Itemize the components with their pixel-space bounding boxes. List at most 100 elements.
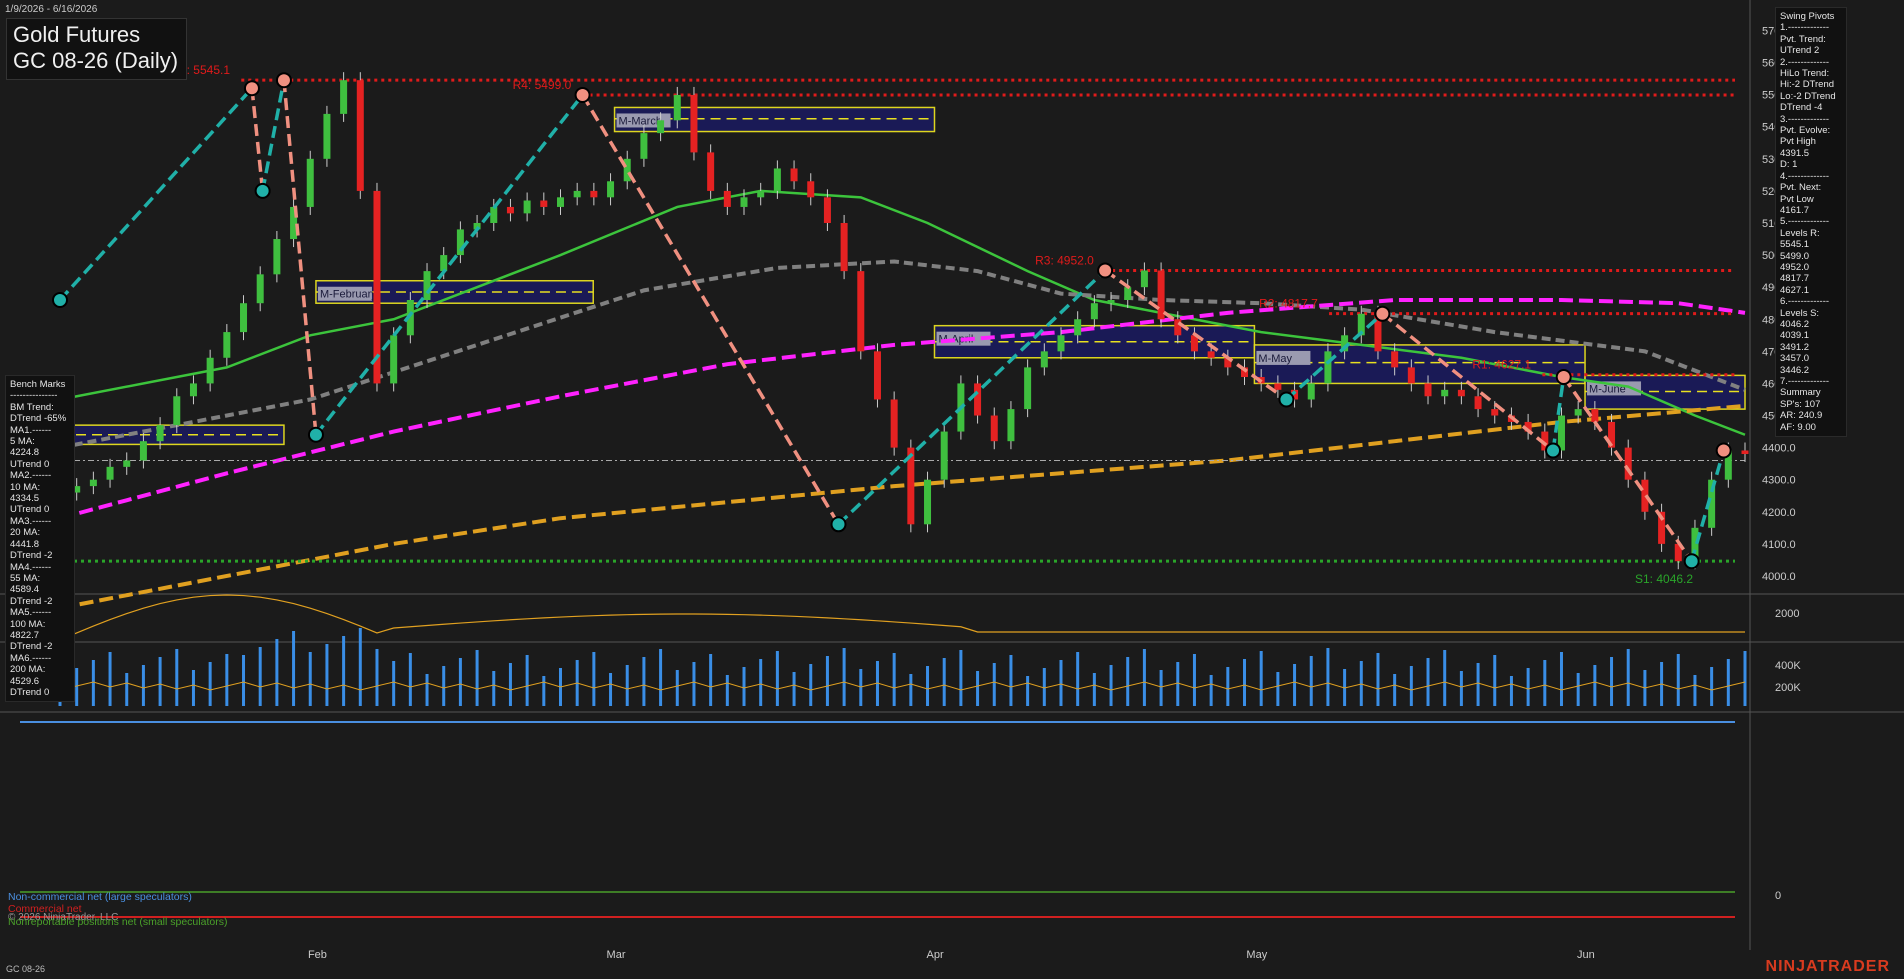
swing-line: 5545.1 bbox=[1780, 239, 1810, 251]
volume-bar bbox=[1159, 670, 1163, 706]
volume-bar bbox=[158, 657, 162, 706]
volume-bar bbox=[942, 658, 946, 706]
candle-body bbox=[89, 479, 97, 487]
volume-bar bbox=[1142, 649, 1146, 706]
volume-bar bbox=[1376, 653, 1380, 706]
swing-line: Pvt High bbox=[1780, 136, 1816, 148]
candle-body bbox=[1307, 383, 1315, 400]
bench-line: MA4.------ bbox=[10, 561, 52, 573]
swing-line: Summary bbox=[1780, 387, 1821, 399]
volume-bar bbox=[659, 649, 663, 706]
candle-body bbox=[623, 158, 631, 182]
candle-body bbox=[840, 222, 848, 272]
candle-body bbox=[123, 460, 131, 467]
swing-line: Pvt Low bbox=[1780, 193, 1814, 205]
bench-line: MA6.------ bbox=[10, 652, 52, 664]
candle-body bbox=[740, 197, 748, 207]
swing-line: 7.------------- bbox=[1780, 376, 1830, 387]
candle-body bbox=[1457, 389, 1465, 397]
volume-bar bbox=[275, 639, 279, 706]
swing-line: 5.------------- bbox=[1780, 216, 1830, 228]
bench-line: 100 MA: bbox=[10, 618, 46, 630]
volume-bar bbox=[91, 660, 95, 706]
candle-body bbox=[1574, 409, 1582, 416]
candle-body bbox=[1090, 303, 1098, 320]
swing-line: D: 1 bbox=[1780, 159, 1798, 171]
candle-body bbox=[924, 479, 932, 525]
swing-line: 4161.7 bbox=[1780, 204, 1810, 216]
swing-line: DTrend -4 bbox=[1780, 102, 1823, 114]
instrument-name: Gold Futures bbox=[13, 22, 141, 47]
candle-body bbox=[273, 239, 281, 275]
candle-body bbox=[607, 181, 615, 198]
volume-bar bbox=[308, 652, 312, 706]
swing-pivot-marker bbox=[243, 80, 260, 97]
candle-body bbox=[1157, 270, 1165, 320]
swing-line: 4952.0 bbox=[1780, 261, 1810, 273]
candle-body bbox=[1491, 409, 1499, 416]
volume-bar bbox=[759, 659, 763, 706]
volume-bar bbox=[1042, 668, 1046, 706]
volume-bar bbox=[792, 672, 796, 706]
bench-line: DTrend -2 bbox=[10, 641, 53, 653]
volume-bar bbox=[141, 665, 145, 706]
candle-body bbox=[974, 383, 982, 416]
price-tick-label: 4000.0 bbox=[1762, 571, 1796, 583]
volume-bar bbox=[959, 650, 963, 706]
volume-bar bbox=[692, 662, 696, 706]
month-tick-label: Jun bbox=[1577, 949, 1595, 961]
volume-bar bbox=[1243, 659, 1247, 706]
swing-pivot-marker bbox=[307, 426, 324, 443]
bench-line: 4334.5 bbox=[10, 493, 40, 505]
volume-bar bbox=[725, 675, 729, 706]
candle-body bbox=[590, 190, 598, 198]
candle-body bbox=[773, 168, 781, 191]
swing-line: 1.------------- bbox=[1780, 22, 1830, 34]
volume-bar bbox=[825, 656, 829, 706]
swing-pivot-marker bbox=[1278, 391, 1295, 408]
candle-body bbox=[340, 80, 348, 114]
swing-line: 5499.0 bbox=[1780, 250, 1810, 262]
bench-line: MA1.------ bbox=[10, 424, 52, 436]
volume-bar bbox=[1509, 676, 1513, 706]
candle-body bbox=[1391, 351, 1399, 368]
zone-label: M-May bbox=[1258, 353, 1292, 365]
swing-line: AR: 240.9 bbox=[1780, 410, 1823, 422]
candle-body bbox=[1007, 409, 1015, 442]
candle-body bbox=[1274, 383, 1282, 390]
price-tick-label: 4100.0 bbox=[1762, 539, 1796, 551]
volume-bar bbox=[342, 636, 346, 706]
candle-body bbox=[723, 190, 731, 207]
candle-body bbox=[139, 441, 147, 461]
swing-pivot-marker bbox=[1374, 305, 1391, 322]
candle-body bbox=[673, 94, 681, 121]
bench-line: 5 MA: bbox=[10, 436, 35, 448]
volume-bar bbox=[1610, 657, 1614, 706]
bench-line: Bench Marks bbox=[10, 379, 66, 390]
candle-body bbox=[640, 133, 648, 159]
candle-body bbox=[156, 425, 164, 442]
volume-bar bbox=[425, 674, 429, 706]
volume-bar bbox=[125, 673, 129, 706]
volume-bar bbox=[1076, 652, 1080, 706]
swing-line: Hi:-2 DTrend bbox=[1780, 79, 1835, 91]
volume-bar bbox=[1693, 675, 1697, 706]
swing-line: 3491.2 bbox=[1780, 341, 1810, 353]
volume-bar bbox=[1393, 674, 1397, 706]
bench-line: MA5.------ bbox=[10, 607, 52, 619]
month-tick-label: Feb bbox=[308, 949, 327, 961]
bench-line: DTrend -2 bbox=[10, 595, 53, 607]
candle-body bbox=[1024, 367, 1032, 410]
volume-bar bbox=[191, 670, 195, 706]
bench-line: 4441.8 bbox=[10, 538, 40, 550]
candle-body bbox=[1741, 450, 1749, 455]
resistance-label: R4: 5499.0 bbox=[513, 78, 572, 92]
price-tick-label: 4300.0 bbox=[1762, 475, 1796, 487]
swing-line: 3457.0 bbox=[1780, 353, 1810, 365]
volume-bar bbox=[1710, 667, 1714, 706]
price-chart[interactable]: 4000.04100.04200.04300.04400.04500.04600… bbox=[0, 0, 1904, 979]
volume-bar bbox=[1493, 655, 1497, 706]
resistance-label: R2: 4817.7 bbox=[1259, 297, 1318, 311]
swing-line: Levels R: bbox=[1780, 227, 1820, 239]
candle-body bbox=[1324, 351, 1332, 384]
